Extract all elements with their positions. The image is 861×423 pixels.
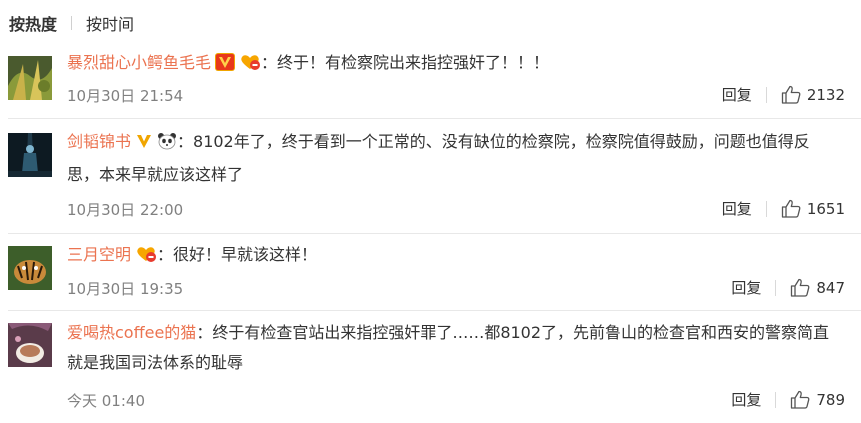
verified-v-icon (135, 130, 153, 160)
comment-text: ：8102年了，终于看到一个正常的、没有缺位的检察院，检察院值得鼓励，问题也值得… (67, 132, 810, 184)
comment-time: 今天 01:40 (67, 392, 145, 410)
action-separator (775, 279, 777, 296)
comment-actions: 回复 789 (731, 389, 845, 410)
avatar[interactable] (8, 246, 52, 290)
comment-username[interactable]: 爱喝热coffee的猫 (67, 323, 196, 342)
comment-divider (8, 310, 861, 311)
avatar[interactable] (8, 56, 52, 100)
vip-v-icon (215, 51, 236, 81)
comment-username[interactable]: 三月空明 (67, 245, 131, 264)
tab-by-time[interactable]: 按时间 (86, 11, 134, 35)
heart-member-icon (239, 51, 261, 81)
comment-text: ：终于！有检察院出来指控强奸了！！！ (261, 53, 550, 72)
tab-by-hot[interactable]: 按热度 (9, 11, 57, 35)
reply-button[interactable]: 回复 (722, 198, 752, 219)
thumbs-up-icon (781, 199, 801, 218)
comment-time: 10月30日 19:35 (67, 280, 184, 298)
comment-text: ：很好！早就该这样！ (157, 245, 318, 264)
comment-actions: 回复 847 (731, 277, 845, 298)
like-count: 847 (816, 278, 845, 297)
heart-member-icon (135, 243, 157, 273)
comment-body: 三月空明 ：很好！早就该这样！ (67, 240, 841, 273)
comment-divider (8, 233, 861, 234)
thumbs-up-icon (791, 278, 810, 297)
like-count: 1651 (806, 199, 845, 218)
like-button[interactable]: 1651 (781, 199, 845, 218)
reply-button[interactable]: 回复 (731, 277, 761, 298)
like-count: 2132 (806, 85, 845, 104)
action-separator (765, 200, 767, 217)
avatar[interactable] (8, 323, 52, 367)
tab-separator (71, 16, 73, 30)
like-count: 789 (816, 390, 845, 409)
action-separator (775, 391, 777, 408)
like-button[interactable]: 789 (790, 390, 845, 409)
reply-button[interactable]: 回复 (722, 84, 752, 105)
like-button[interactable]: 2132 (781, 85, 845, 104)
comment-divider (8, 118, 861, 119)
sort-tabs: 按热度 按时间 (9, 10, 134, 36)
comment-username[interactable]: 暴烈甜心小鳄鱼毛毛 (67, 53, 211, 72)
comment-time: 10月30日 22:00 (67, 201, 184, 219)
thumbs-up-icon (781, 85, 801, 104)
thumbs-up-icon (791, 390, 810, 409)
reply-button[interactable]: 回复 (731, 389, 761, 410)
avatar[interactable] (8, 133, 52, 177)
comment-actions: 回复 2132 (722, 84, 845, 105)
action-separator (765, 86, 767, 103)
panda-icon (157, 130, 177, 160)
comment-body: 爱喝热coffee的猫：终于有检查官站出来指控强奸罪了……都8102了，先前鲁山… (67, 318, 841, 378)
comment-actions: 回复 1651 (722, 198, 845, 219)
comment-username[interactable]: 剑韬锦书 (67, 132, 131, 151)
comment-time: 10月30日 21:54 (67, 87, 184, 105)
comment-body: 剑韬锦书 ：8102年了，终于看到一个正常的、没有缺位的检察院，检察院值得鼓励，问… (67, 127, 841, 190)
comment-body: 暴烈甜心小鳄鱼毛毛 ：终于！有检察院出来指控强奸了！！！ (67, 48, 841, 81)
like-button[interactable]: 847 (790, 278, 845, 297)
